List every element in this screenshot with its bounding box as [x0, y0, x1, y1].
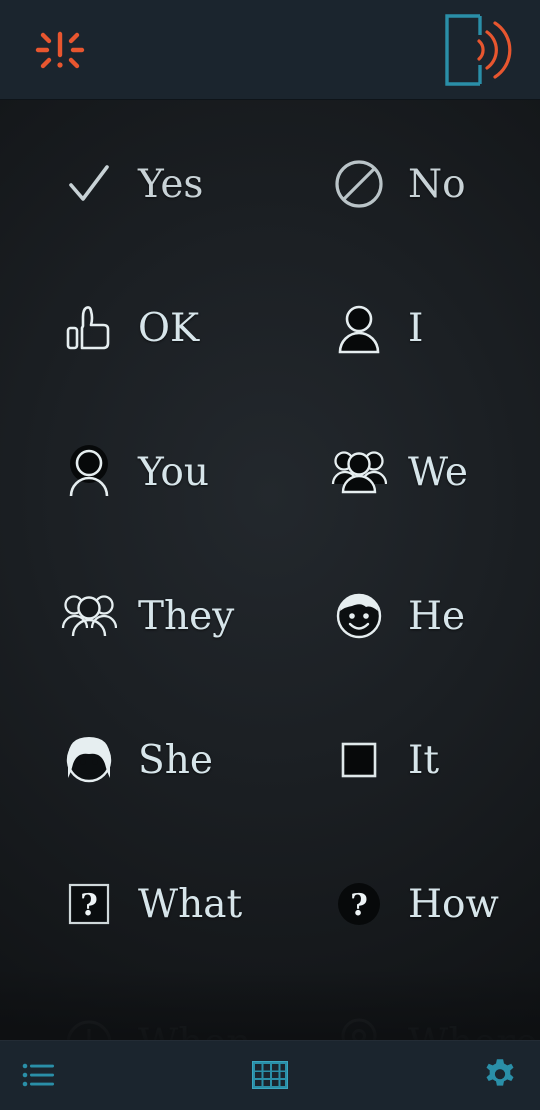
question-circle-icon: ? [328, 873, 390, 935]
board-cell-it[interactable]: It [270, 688, 540, 832]
board-cell-label: When [138, 1024, 251, 1041]
gear-icon [486, 1059, 514, 1086]
board-cell-we[interactable]: We [270, 400, 540, 544]
check-icon [58, 153, 120, 215]
thumbs-up-icon [58, 297, 120, 359]
board-cell-label: You [138, 449, 209, 495]
board-cell-label: How [408, 881, 499, 927]
board-cell-label: What [138, 881, 243, 927]
board-cell-label: She [138, 737, 213, 783]
board-row: Yes No [0, 112, 540, 256]
board-cell-where: Where [270, 988, 540, 1040]
pin-icon [328, 1012, 390, 1040]
phrase-board: Yes No OK I You We They He She It ? What… [0, 100, 540, 1040]
board-cell-she[interactable]: She [0, 688, 270, 832]
board-cell-label: I [408, 305, 424, 351]
alert-exclamation-icon [35, 31, 85, 69]
alert-button[interactable] [22, 19, 98, 81]
group-filled-icon [328, 441, 390, 503]
speaker-button[interactable] [432, 8, 518, 92]
board-row-partial: When Where [0, 988, 540, 1040]
board-cell-i[interactable]: I [270, 256, 540, 400]
header-bar [0, 0, 540, 100]
board-cell-label: It [408, 737, 440, 783]
speaker-sound-icon [445, 14, 512, 86]
board-cell-how[interactable]: ? How [270, 832, 540, 976]
group-outline-icon [58, 585, 120, 647]
list-icon [22, 1063, 54, 1087]
clock-icon [58, 1012, 120, 1040]
grid-icon [252, 1061, 288, 1089]
board-row: They He [0, 544, 540, 688]
nav-item-grid-view[interactable] [180, 1040, 360, 1110]
board-row: OK I [0, 256, 540, 400]
board-cell-you[interactable]: You [0, 400, 270, 544]
board-row: You We [0, 400, 540, 544]
board-cell-no[interactable]: No [270, 112, 540, 256]
prohibited-icon [328, 153, 390, 215]
board-cell-label: They [138, 593, 235, 639]
person-filled-icon [328, 297, 390, 359]
bottom-fade-overlay [0, 970, 540, 1040]
nav-item-list-view[interactable] [0, 1040, 180, 1110]
face-male-icon [328, 585, 390, 647]
person-inverted-icon [58, 441, 120, 503]
face-female-icon [58, 729, 120, 791]
svg-text:?: ? [80, 888, 98, 923]
board-cell-label: He [408, 593, 466, 639]
square-outline-icon [328, 729, 390, 791]
board-cell-label: Yes [138, 161, 204, 207]
question-square-icon: ? [58, 873, 120, 935]
nav-item-settings[interactable] [360, 1040, 540, 1110]
phrase-grid: Yes No OK I You We They He She It ? What… [0, 100, 540, 976]
board-cell-they[interactable]: They [0, 544, 270, 688]
app-root: Yes No OK I You We They He She It ? What… [0, 0, 540, 1110]
bottom-navigation-bar [0, 1040, 540, 1110]
board-cell-what[interactable]: ? What [0, 832, 270, 976]
board-cell-he[interactable]: He [270, 544, 540, 688]
board-cell-when: When [0, 988, 270, 1040]
board-cell-label: Where [408, 1024, 538, 1041]
board-row: ? What ? How [0, 832, 540, 976]
svg-text:?: ? [350, 888, 368, 923]
board-row: She It [0, 688, 540, 832]
board-cell-ok[interactable]: OK [0, 256, 270, 400]
board-cell-label: We [408, 449, 468, 495]
board-cell-label: OK [138, 305, 200, 351]
board-cell-label: No [408, 161, 466, 207]
board-cell-yes[interactable]: Yes [0, 112, 270, 256]
